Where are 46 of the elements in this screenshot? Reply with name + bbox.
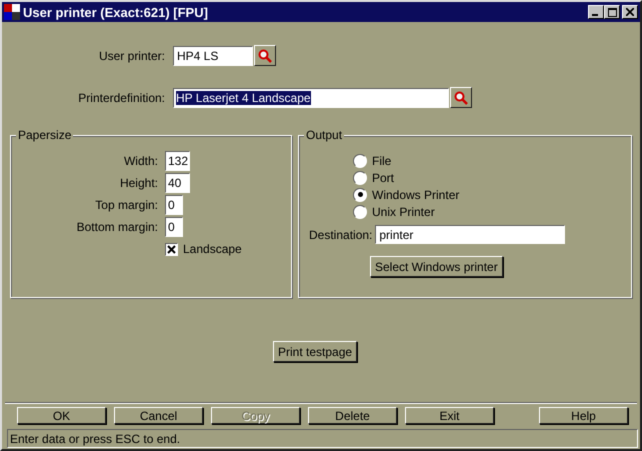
input-field[interactable]: 0 [165, 217, 183, 237]
search-icon [258, 48, 272, 62]
field-value: HP Laserjet 4 Landscape [176, 90, 311, 104]
group-title: Papersize [16, 128, 74, 142]
input-field[interactable]: 40 [165, 173, 190, 193]
radio-label: File [372, 154, 392, 168]
field-label: Printerdefinition: [77, 90, 165, 104]
maximize-button[interactable] [604, 5, 620, 19]
radio-label: Unix Printer [372, 204, 435, 218]
status-text: Enter data or press ESC to end. [10, 432, 180, 446]
radio-button[interactable] [353, 188, 367, 202]
input-field[interactable]: 0 [165, 195, 183, 215]
group-title: Output [304, 128, 344, 142]
printer-definition-field[interactable]: HP Laserjet 4 Landscape [173, 88, 449, 108]
radio-button[interactable] [353, 154, 367, 168]
dialog-button[interactable]: Cancel [114, 407, 203, 424]
destination-field[interactable]: printer [375, 225, 566, 244]
search-button[interactable] [254, 45, 276, 66]
field-label: Height: [118, 176, 158, 190]
radio-label: Windows Printer [372, 188, 460, 202]
field-label: User printer: [98, 48, 165, 62]
dialog-button[interactable]: OK [17, 407, 106, 424]
close-icon [626, 8, 634, 16]
field-label: Bottom margin: [76, 220, 158, 234]
radio-button[interactable] [353, 170, 367, 184]
dialog-button[interactable]: Help [539, 407, 628, 424]
field-label: Width: [122, 154, 158, 168]
print-testpage-button[interactable]: Print testpage [273, 341, 358, 362]
radio-button[interactable] [353, 204, 367, 218]
select-printer-button[interactable]: Select Windows printer [370, 256, 503, 277]
checkbox[interactable] [165, 242, 178, 256]
minimize-button[interactable] [588, 5, 604, 19]
close-button[interactable] [622, 5, 638, 19]
maximize-icon [608, 8, 616, 16]
user-printer-field[interactable]: HP4 LS [173, 46, 253, 66]
app-icon [4, 4, 20, 20]
radio-label: Port [372, 170, 394, 184]
checkbox-label: Landscape [183, 242, 242, 256]
search-button[interactable] [450, 87, 472, 108]
input-field[interactable]: 132 [165, 151, 190, 171]
dialog-button[interactable]: Delete [308, 407, 397, 424]
window-title: User printer (Exact:621) [FPU] [23, 4, 209, 20]
field-label: Top margin: [94, 198, 158, 212]
search-icon [454, 90, 468, 104]
field-label: Destination: [309, 228, 372, 242]
dialog-button[interactable]: Exit [405, 407, 494, 424]
